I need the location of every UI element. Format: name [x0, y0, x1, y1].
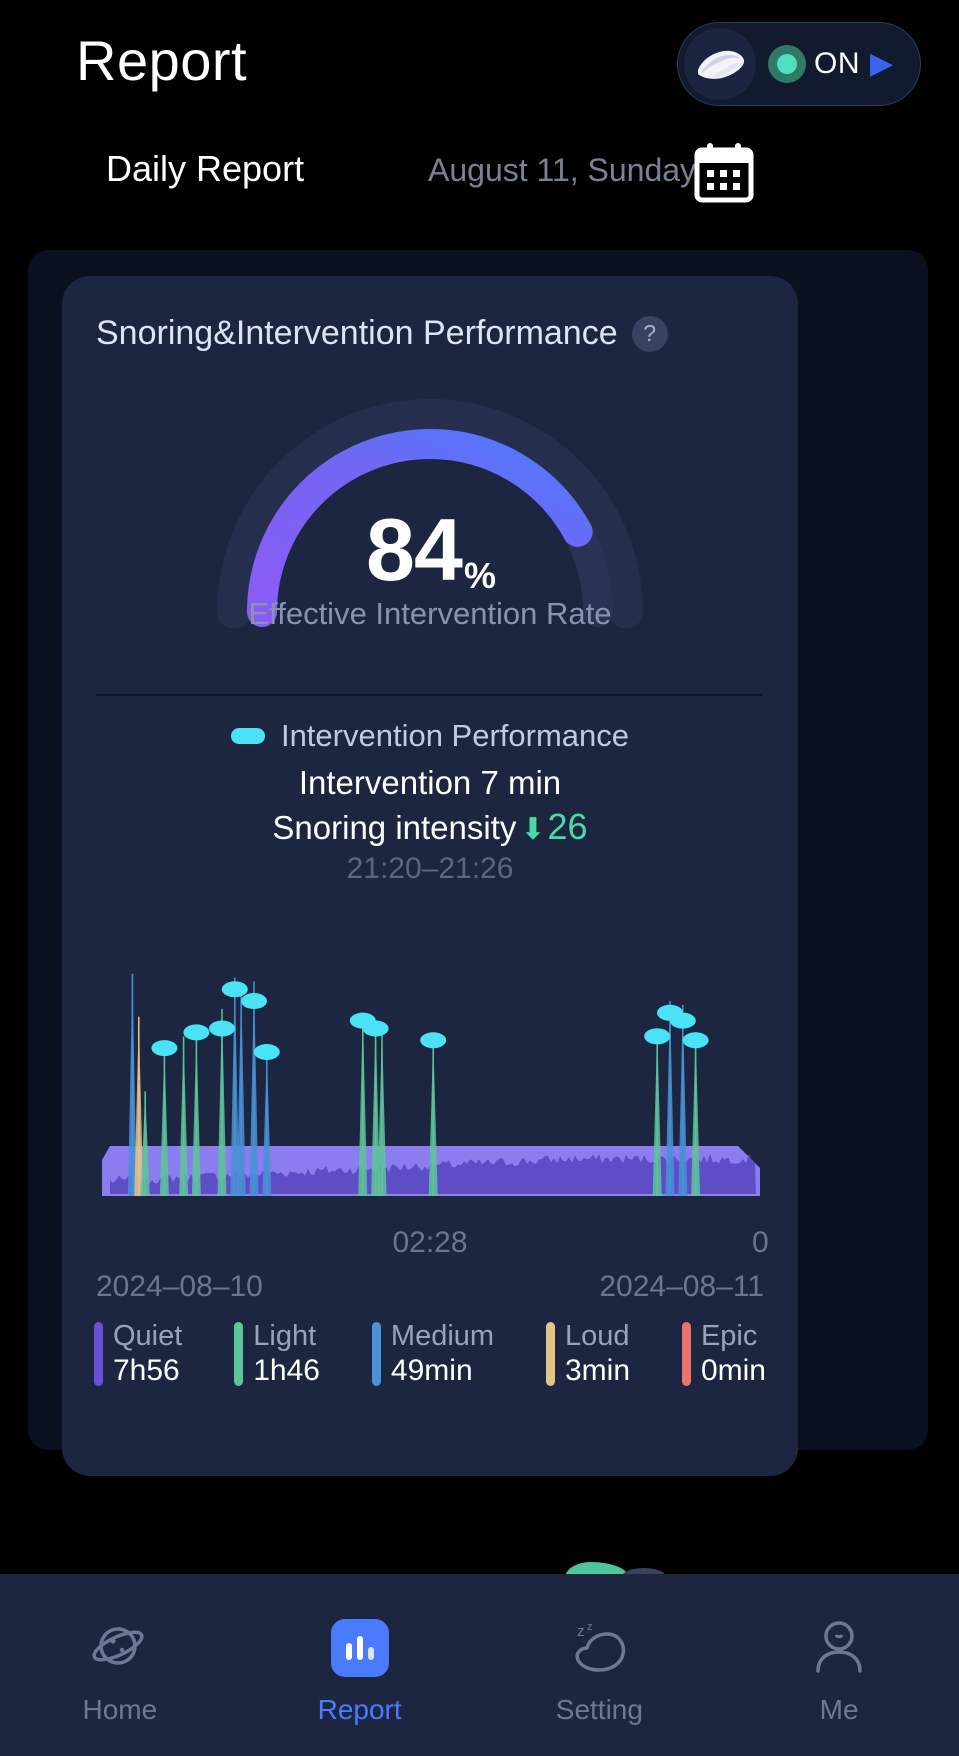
legend-name: Medium: [390, 1320, 495, 1352]
intervention-legend-swatch: [230, 728, 265, 744]
effective-intervention-gauge: 84% Effective Intervention Rate: [214, 398, 646, 631]
report-type-label[interactable]: Daily Report: [106, 148, 304, 190]
report-date-label[interactable]: August 11, Sunday: [428, 152, 696, 189]
legend-color-bar: [94, 1322, 103, 1386]
legend-value: 7h56: [113, 1354, 180, 1387]
person-icon: [809, 1618, 869, 1678]
sleep-category-legend: Quiet 7h56 Light 1h46 Medium 49min Loud 3min Epi…: [94, 1322, 766, 1386]
calendar-icon[interactable]: [694, 142, 754, 204]
planet-icon: [90, 1618, 150, 1678]
intervention-time-range: 21:20–21:26: [346, 852, 514, 885]
legend-color-bar: [546, 1322, 555, 1386]
legend-value: 3min: [565, 1354, 631, 1387]
card-title: Snoring&Intervention Performance: [96, 314, 618, 352]
tab-home[interactable]: Home: [0, 1574, 240, 1756]
axis-date-left: 2024–08–10: [96, 1270, 263, 1303]
axis-right-time: 0: [752, 1226, 769, 1259]
gauge-unit: %: [463, 555, 496, 596]
legend-item-loud: Loud 3min: [546, 1322, 630, 1386]
intervention-legend-label: Intervention Performance: [280, 718, 630, 753]
chevron-right-icon[interactable]: ▶: [870, 49, 893, 79]
legend-item-quiet: Quiet 7h56: [94, 1322, 182, 1386]
gauge-value: 84%: [214, 506, 646, 594]
snoring-intensity-label: Snoring intensity: [272, 809, 517, 846]
legend-value: 0min: [700, 1354, 766, 1387]
device-state-label: ON: [814, 47, 860, 80]
bar-chart-icon: [330, 1618, 390, 1678]
snoring-timeline-chart[interactable]: [96, 934, 766, 1210]
page-title: Report: [76, 29, 248, 92]
app-screen: Report ON ▶ Daily Report August 11, Sund…: [0, 0, 959, 1756]
tab-label: Home: [82, 1694, 158, 1725]
legend-item-medium: Medium 49min: [371, 1320, 495, 1387]
subheader: Daily Report August 11, Sunday: [0, 143, 959, 214]
tab-label: Setting: [555, 1694, 643, 1725]
legend-name: Quiet: [113, 1320, 183, 1352]
tab-label: Me: [819, 1694, 859, 1725]
legend-name: Light: [253, 1320, 317, 1352]
status-dot-icon: [768, 45, 806, 83]
svg-text:z: z: [577, 1623, 585, 1640]
axis-mid-time: 02:28: [392, 1226, 468, 1259]
legend-name: Loud: [565, 1320, 630, 1352]
legend-value: 1h46: [253, 1354, 320, 1387]
tab-me[interactable]: Me: [719, 1574, 959, 1756]
legend-item-light: Light 1h46: [234, 1322, 320, 1386]
tab-report[interactable]: Report: [240, 1574, 480, 1756]
snoring-performance-card: Snoring&Intervention Performance ? 84% E…: [62, 276, 798, 1476]
legend-item-epic: Epic 0min: [681, 1320, 766, 1387]
legend-color-bar: [234, 1322, 244, 1386]
card-header: Snoring&Intervention Performance ?: [96, 314, 668, 353]
legend-value: 49min: [390, 1354, 473, 1387]
bottom-navigation: Home Report z z Setting Me: [0, 1574, 959, 1756]
tab-setting[interactable]: z z Setting: [480, 1574, 720, 1756]
pillow-icon: [684, 28, 756, 100]
device-status-pill[interactable]: ON ▶: [677, 22, 921, 106]
card-divider: [96, 694, 762, 696]
legend-name: Epic: [700, 1320, 758, 1352]
snoring-intensity-value: 26: [547, 806, 588, 847]
question-mark-icon[interactable]: ?: [631, 315, 668, 352]
down-arrow-icon: ⬇: [520, 813, 546, 846]
gauge-caption: Effective Intervention Rate: [248, 596, 612, 631]
svg-text:z: z: [587, 1621, 593, 1633]
sleep-zzz-icon: zz: [569, 1618, 629, 1678]
legend-color-bar: [681, 1322, 691, 1386]
gauge-number: 84: [366, 500, 463, 599]
intervention-legend: Intervention Performance: [62, 718, 798, 754]
legend-color-bar: [371, 1322, 381, 1386]
snoring-intensity-row: Snoring intensity ⬇26: [62, 806, 798, 848]
intervention-duration: Intervention 7 min: [298, 764, 562, 801]
header: Report ON ▶: [0, 0, 959, 130]
axis-date-right: 2024–08–11: [599, 1270, 764, 1303]
tab-label: Report: [317, 1694, 402, 1725]
